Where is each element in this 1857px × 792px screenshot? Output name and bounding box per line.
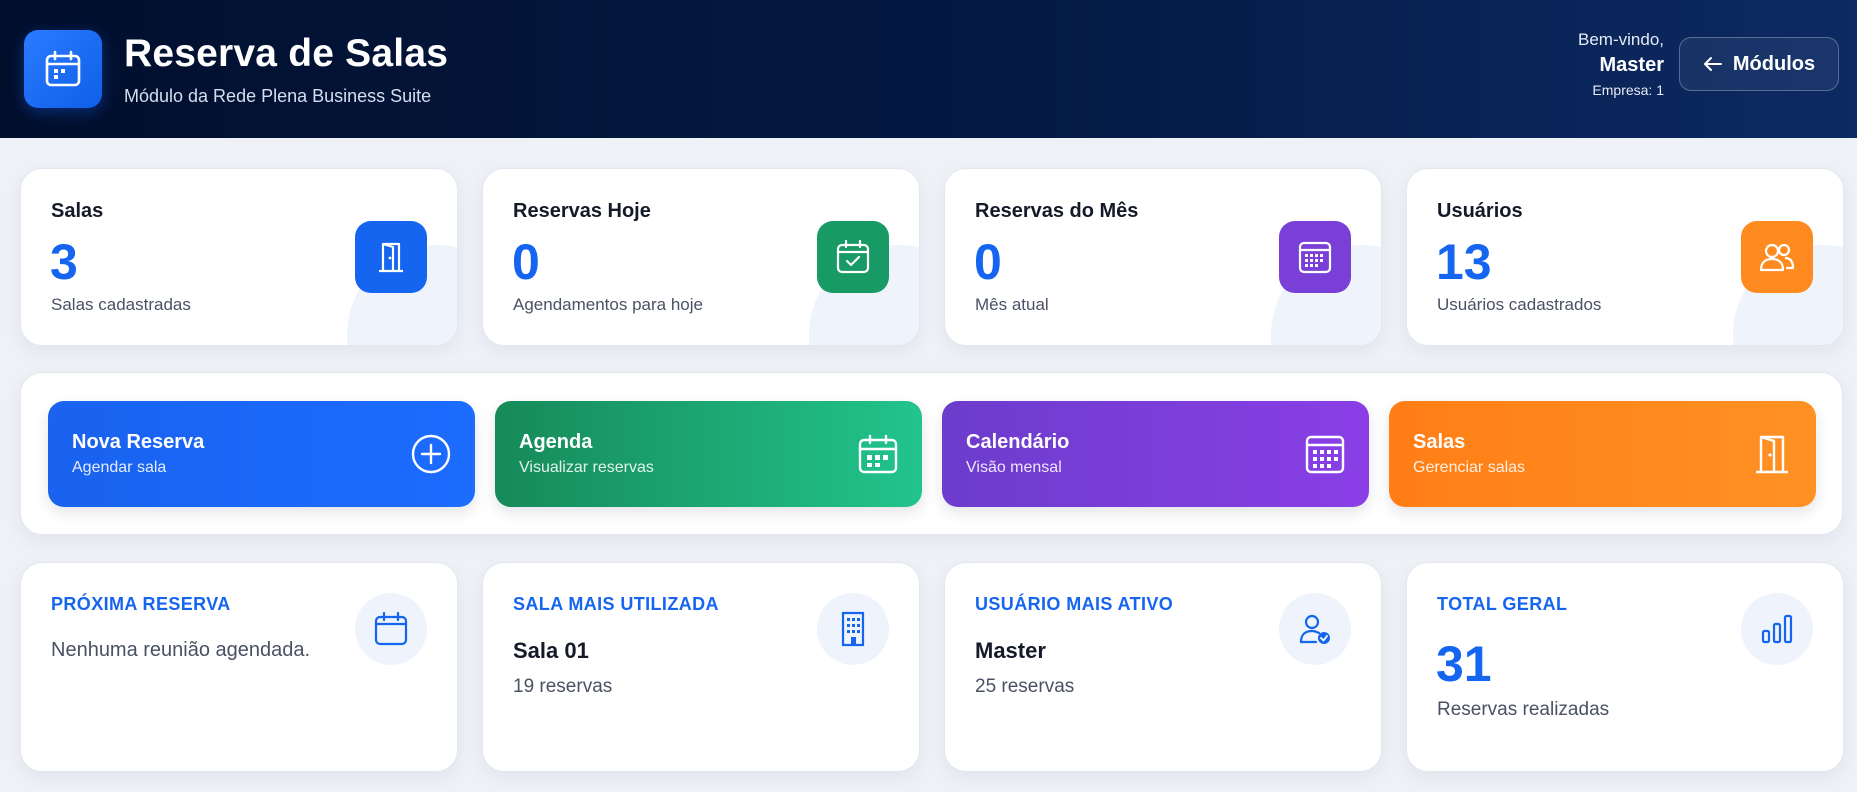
- door-icon: [1756, 435, 1788, 474]
- action-sub: Visão mensal: [966, 459, 1062, 476]
- info-card-total-geral: TOTAL GERAL 31 Reservas realizadas: [1406, 562, 1844, 772]
- page-title: Reserva de Salas: [124, 31, 449, 75]
- info-main: Sala 01: [513, 638, 589, 663]
- action-sub: Visualizar reservas: [519, 459, 654, 476]
- stat-desc: Mês atual: [975, 295, 1049, 314]
- info-card-proxima-reserva: PRÓXIMA RESERVA Nenhuma reunião agendada…: [20, 562, 458, 772]
- stat-value: 13: [1436, 234, 1492, 290]
- agenda-button[interactable]: Agenda Visualizar reservas: [495, 401, 922, 507]
- stat-desc: Salas cadastradas: [51, 295, 191, 314]
- stat-card-reservas-hoje: Reservas Hoje 0 Agendamentos para hoje: [482, 168, 920, 346]
- info-main: Master: [975, 638, 1046, 663]
- action-sub: Agendar sala: [72, 459, 167, 476]
- welcome-text: Bem-vindo,: [1578, 30, 1664, 49]
- bar-chart-icon: [1741, 593, 1813, 665]
- info-label: PRÓXIMA RESERVA: [51, 594, 231, 614]
- stat-desc: Agendamentos para hoje: [513, 295, 703, 314]
- calendar-check-icon: [817, 221, 889, 293]
- stat-label: Salas: [51, 200, 104, 222]
- action-title: Calendário: [966, 431, 1070, 453]
- info-text: Nenhuma reunião agendada.: [51, 639, 311, 661]
- nova-reserva-button[interactable]: Nova Reserva Agendar sala: [48, 401, 475, 507]
- user-info: Bem-vindo, Master Empresa: 1: [1578, 30, 1664, 98]
- stat-card-usuarios: Usuários 13 Usuários cadastrados: [1406, 168, 1844, 346]
- calendar-grid-icon: [1305, 435, 1345, 474]
- action-title: Salas: [1413, 431, 1466, 453]
- building-icon: [817, 593, 889, 665]
- stat-label: Reservas Hoje: [513, 200, 651, 222]
- modules-button-label: Módulos: [1732, 52, 1816, 75]
- door-icon: [355, 221, 427, 293]
- stat-desc: Usuários cadastrados: [1437, 295, 1602, 314]
- stat-card-salas: Salas 3 Salas cadastradas: [20, 168, 458, 346]
- info-card-usuario-mais-ativo: USUÁRIO MAIS ATIVO Master 25 reservas: [944, 562, 1382, 772]
- salas-button[interactable]: Salas Gerenciar salas: [1389, 401, 1816, 507]
- stat-value: 0: [974, 234, 1002, 290]
- stat-card-reservas-mes: Reservas do Mês 0 Mês atual: [944, 168, 1382, 346]
- arrow-left-icon: [1703, 57, 1722, 71]
- quick-actions-panel: Nova Reserva Agendar sala Agenda Visuali…: [20, 372, 1843, 535]
- stat-label: Reservas do Mês: [975, 200, 1139, 222]
- company-label: Empresa: 1: [1592, 82, 1664, 98]
- user-check-icon: [1279, 593, 1351, 665]
- calendar-icon: [24, 30, 102, 108]
- action-sub: Gerenciar salas: [1413, 459, 1526, 476]
- info-sub: 25 reservas: [975, 676, 1075, 697]
- page-subtitle: Módulo da Rede Plena Business Suite: [124, 85, 432, 106]
- user-name: Master: [1599, 54, 1664, 76]
- info-label: USUÁRIO MAIS ATIVO: [975, 594, 1174, 614]
- app-header: Reserva de Salas Módulo da Rede Plena Bu…: [0, 0, 1857, 138]
- plus-circle-icon: [411, 434, 451, 474]
- info-card-sala-mais-utilizada: SALA MAIS UTILIZADA Sala 01 19 reservas: [482, 562, 920, 772]
- action-title: Agenda: [519, 431, 593, 453]
- info-sub: Reservas realizadas: [1437, 699, 1610, 720]
- calendar-icon: [858, 434, 898, 474]
- stat-value: 3: [50, 234, 78, 290]
- calendario-button[interactable]: Calendário Visão mensal: [942, 401, 1369, 507]
- stat-label: Usuários: [1437, 200, 1523, 222]
- info-sub: 19 reservas: [513, 676, 613, 697]
- modules-button[interactable]: Módulos: [1679, 37, 1839, 91]
- info-label: SALA MAIS UTILIZADA: [513, 594, 719, 614]
- info-value: 31: [1436, 636, 1492, 692]
- calendar-grid-icon: [1279, 221, 1351, 293]
- users-icon: [1741, 221, 1813, 293]
- info-label: TOTAL GERAL: [1437, 594, 1568, 614]
- stat-value: 0: [512, 234, 540, 290]
- calendar-icon: [355, 593, 427, 665]
- action-title: Nova Reserva: [72, 431, 205, 453]
